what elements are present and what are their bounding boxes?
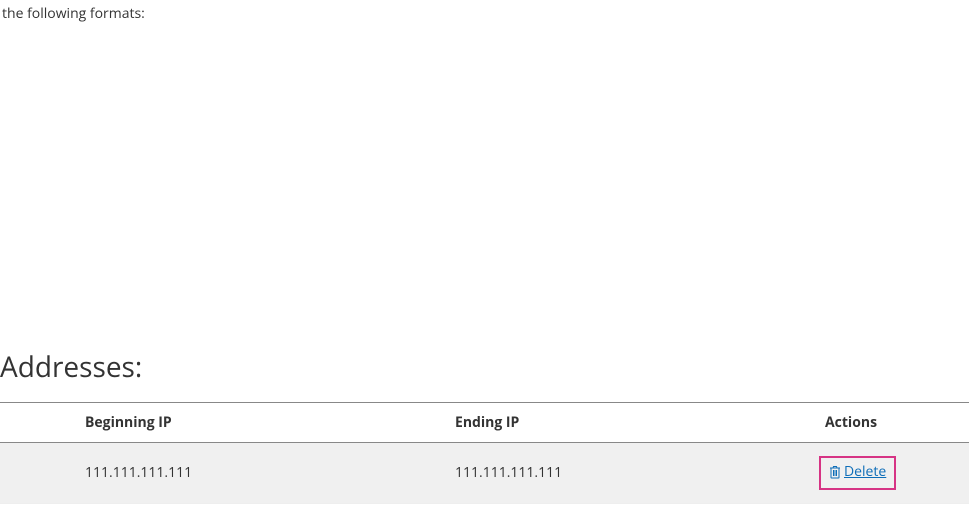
delete-button[interactable]: Delete	[829, 462, 886, 481]
addresses-section: Addresses: Beginning IP Ending IP Action…	[0, 348, 969, 504]
addresses-heading: Addresses:	[0, 348, 969, 394]
col-header-actions: Actions	[825, 403, 969, 443]
ip-addresses-table: Beginning IP Ending IP Actions 111.111.1…	[0, 402, 969, 504]
col-header-beginning-ip: Beginning IP	[0, 403, 455, 443]
col-header-ending-ip: Ending IP	[455, 403, 825, 443]
cell-actions: Delete	[825, 443, 969, 504]
delete-highlight-box: Delete	[819, 456, 896, 490]
table-header-row: Beginning IP Ending IP Actions	[0, 403, 969, 443]
trash-icon	[829, 465, 841, 479]
intro-text-fragment: the following formats:	[0, 0, 969, 23]
delete-label: Delete	[844, 462, 886, 481]
cell-ending-ip: 111.111.111.111	[455, 443, 825, 504]
table-row: 111.111.111.111 111.111.111.111	[0, 443, 969, 504]
cell-beginning-ip: 111.111.111.111	[0, 443, 455, 504]
